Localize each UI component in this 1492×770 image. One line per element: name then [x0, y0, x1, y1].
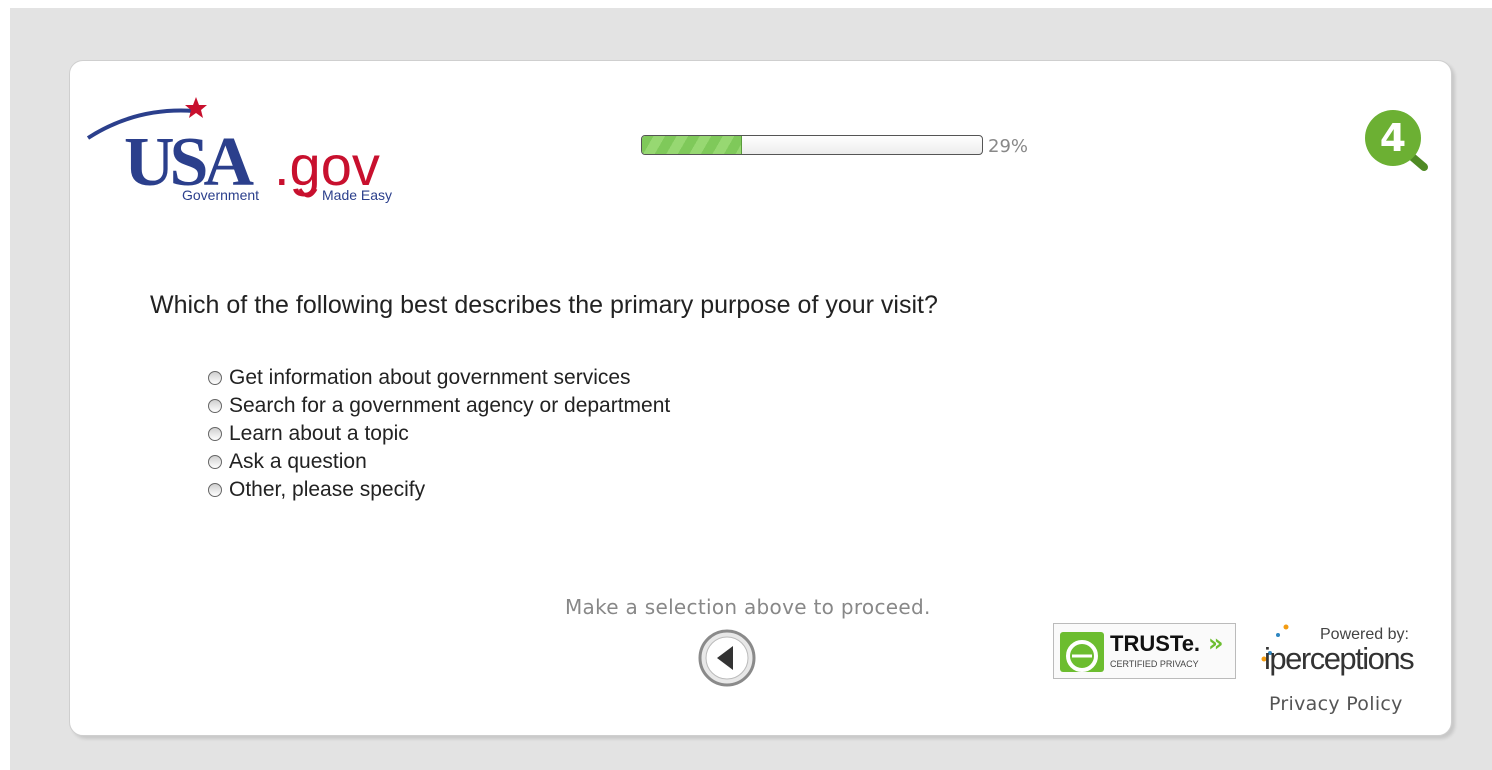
option-learn-topic[interactable]: Learn about a topic	[208, 420, 670, 448]
survey-question: Which of the following best describes th…	[150, 291, 938, 319]
option-label: Ask a question	[229, 450, 367, 473]
logo-tagline-left: Government	[182, 187, 259, 203]
proceed-instruction: Make a selection above to proceed.	[565, 595, 931, 619]
logo-star-icon	[185, 97, 207, 118]
answer-options: Get information about government service…	[208, 364, 670, 504]
radio-button[interactable]	[208, 371, 222, 385]
survey-card: USA .gov Government Made Easy 29% 4 Whic…	[69, 60, 1452, 736]
usa-gov-logo: USA .gov Government Made Easy	[86, 97, 392, 203]
option-label: Learn about a topic	[229, 422, 409, 445]
iperceptions-logo: iperceptions	[1264, 641, 1415, 676]
chevron-right-icon: »	[1208, 629, 1224, 657]
radio-button[interactable]	[208, 483, 222, 497]
radio-button[interactable]	[208, 427, 222, 441]
option-label: Other, please specify	[229, 478, 426, 501]
progress-bar	[641, 135, 983, 155]
truste-logo-icon	[1060, 632, 1104, 672]
option-ask-question[interactable]: Ask a question	[208, 448, 670, 476]
option-label: Search for a government agency or depart…	[229, 394, 671, 417]
option-get-information[interactable]: Get information about government service…	[208, 364, 670, 392]
radio-button[interactable]	[208, 455, 222, 469]
progress-fill	[642, 136, 742, 154]
logo-tagline-right: Made Easy	[322, 187, 392, 203]
back-arrow-icon[interactable]	[697, 628, 757, 688]
progress-percent: 29%	[988, 136, 1029, 157]
option-label: Get information about government service…	[229, 366, 631, 389]
privacy-policy-link[interactable]: Privacy Policy	[1269, 693, 1403, 715]
option-search-agency[interactable]: Search for a government agency or depart…	[208, 392, 670, 420]
truste-subtitle: CERTIFIED PRIVACY	[1110, 659, 1199, 669]
badge-number: 4	[1380, 116, 1406, 160]
truste-seal[interactable]: TRUSTe. » CERTIFIED PRIVACY	[1053, 623, 1236, 679]
option-other[interactable]: Other, please specify	[208, 476, 670, 504]
radio-button[interactable]	[208, 399, 222, 413]
magnifier-badge-icon: 4	[1365, 110, 1428, 171]
truste-name: TRUSTe.	[1110, 631, 1201, 656]
